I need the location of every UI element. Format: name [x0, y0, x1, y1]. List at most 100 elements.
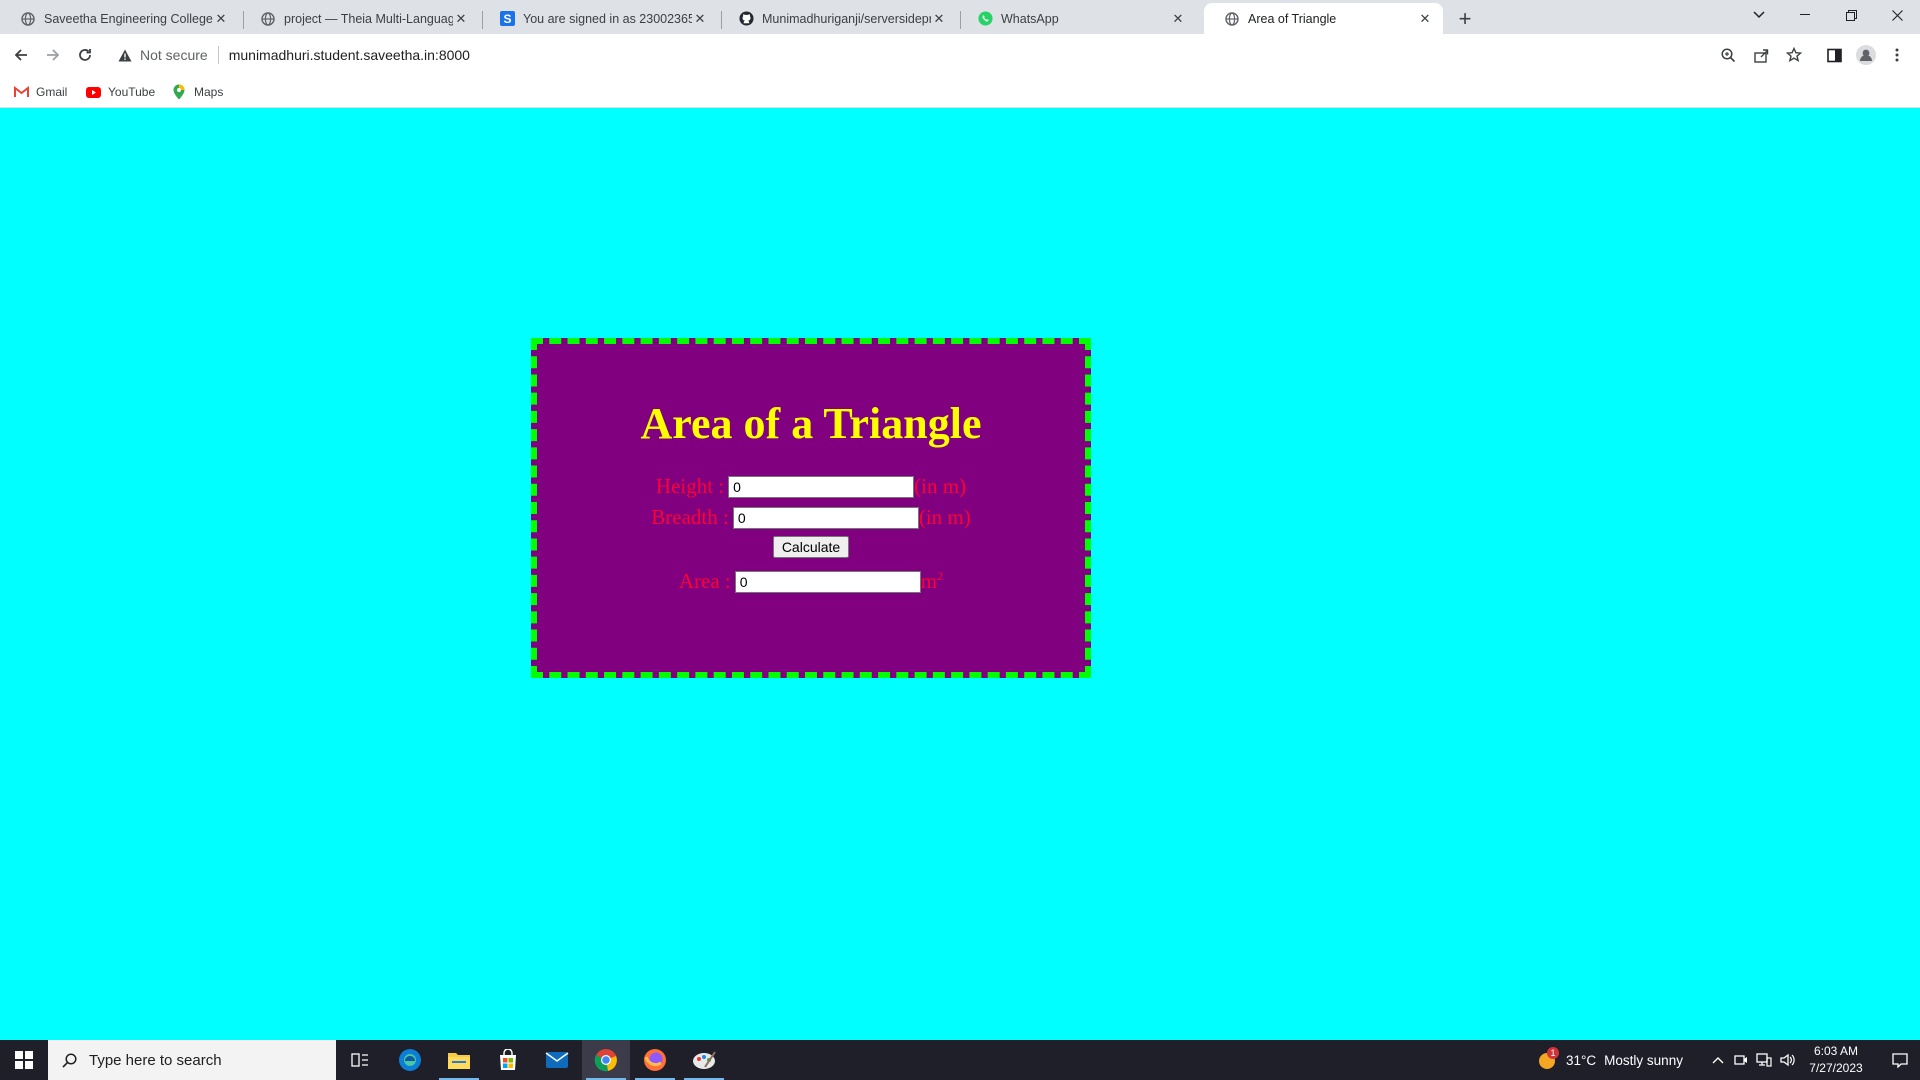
- address-bar[interactable]: Not secure munimadhuri.student.saveetha.…: [108, 39, 1788, 71]
- meet-now-icon[interactable]: [1734, 1053, 1748, 1067]
- taskbar-search[interactable]: Type here to search: [48, 1040, 336, 1080]
- globe-icon: [260, 11, 276, 27]
- tab-theia[interactable]: project — Theia Multi-Language ✕: [240, 3, 479, 34]
- youtube-icon: [85, 84, 101, 100]
- s-icon: S: [499, 11, 515, 27]
- menu-kebab-icon[interactable]: [1887, 45, 1907, 65]
- svg-text:S: S: [503, 12, 511, 26]
- bookmark-label: YouTube: [108, 85, 156, 99]
- network-icon[interactable]: [1756, 1053, 1772, 1067]
- globe-icon: [1224, 11, 1240, 27]
- weather-widget[interactable]: 1 31°C Mostly sunny: [1536, 1040, 1683, 1080]
- breadth-row: Breadth : (in m): [537, 505, 1085, 530]
- tab-whatsapp[interactable]: WhatsApp ✕: [957, 3, 1196, 34]
- close-window-icon[interactable]: [1874, 0, 1920, 30]
- close-icon[interactable]: ✕: [1417, 11, 1433, 27]
- reload-icon[interactable]: [71, 41, 99, 69]
- weather-sun-icon: 1: [1536, 1047, 1559, 1071]
- bookmark-maps[interactable]: Maps: [171, 82, 223, 102]
- globe-icon: [20, 11, 36, 27]
- tab-search-chevron-icon[interactable]: [1736, 0, 1782, 30]
- page-content: Area of a Triangle Height : (in m) Bread…: [0, 108, 1920, 1040]
- tray-chevron-up-icon[interactable]: [1712, 1056, 1724, 1064]
- tab-label: Munimadhuriganji/serversidepro: [762, 11, 931, 26]
- close-icon[interactable]: ✕: [1170, 11, 1186, 27]
- calculate-button[interactable]: Calculate: [772, 536, 850, 558]
- area-output[interactable]: [734, 570, 921, 593]
- github-icon: [738, 11, 754, 27]
- bookmark-label: Maps: [194, 85, 224, 99]
- forward-arrow-icon[interactable]: [39, 41, 67, 69]
- height-label: Height :: [655, 474, 725, 498]
- tab-signed-in[interactable]: S You are signed in as 23002365 ✕: [479, 3, 718, 34]
- system-tray: [1712, 1040, 1796, 1080]
- mail-icon[interactable]: [533, 1040, 581, 1080]
- profile-avatar-icon[interactable]: [1856, 45, 1876, 65]
- url-text[interactable]: munimadhuri.student.saveetha.in:8000: [229, 47, 470, 63]
- file-explorer-icon[interactable]: [435, 1040, 483, 1080]
- paint-app-icon[interactable]: [680, 1040, 728, 1080]
- warning-icon[interactable]: [118, 49, 132, 62]
- weather-text: Mostly sunny: [1604, 1052, 1683, 1068]
- height-input[interactable]: [728, 475, 915, 498]
- tab-strip: Saveetha Engineering College ✕ project —…: [0, 0, 1920, 34]
- search-placeholder: Type here to search: [89, 1051, 222, 1069]
- tab-label: project — Theia Multi-Language: [284, 11, 453, 26]
- new-tab-button[interactable]: +: [1452, 6, 1478, 32]
- tab-github[interactable]: Munimadhuriganji/serversidepro ✕: [718, 3, 957, 34]
- area-unit-exponent: 2: [937, 569, 944, 583]
- edge-icon[interactable]: [386, 1040, 434, 1080]
- calculate-row: Calculate: [537, 536, 1085, 558]
- tab-label: You are signed in as 23002365: [523, 11, 692, 26]
- chrome-icon[interactable]: [582, 1040, 630, 1080]
- close-icon[interactable]: ✕: [931, 11, 947, 27]
- search-icon: [62, 1052, 77, 1068]
- back-arrow-icon[interactable]: [7, 41, 35, 69]
- bookmark-star-icon[interactable]: [1784, 45, 1804, 65]
- task-view-icon[interactable]: [336, 1040, 384, 1080]
- zoom-icon[interactable]: [1718, 45, 1738, 65]
- weather-temp: 31°C: [1566, 1052, 1597, 1068]
- windows-start-icon[interactable]: [0, 1040, 48, 1080]
- windows-taskbar: Type here to search 1 31°C Mostly sunny …: [0, 1040, 1920, 1080]
- taskbar-clock[interactable]: 6:03 AM 7/27/2023: [1796, 1043, 1876, 1077]
- minimize-icon[interactable]: [1782, 0, 1828, 30]
- browser-toolbar: Not secure munimadhuri.student.saveetha.…: [0, 34, 1920, 76]
- omnibox-divider: [217, 46, 219, 64]
- gmail-icon: [13, 84, 29, 100]
- side-panel-icon[interactable]: [1824, 45, 1844, 65]
- bookmark-label: Gmail: [36, 85, 68, 99]
- tab-label: Area of Triangle: [1248, 11, 1337, 26]
- clock-date: 7/27/2023: [1809, 1061, 1863, 1075]
- bookmark-gmail[interactable]: Gmail: [13, 82, 67, 102]
- whatsapp-icon: [977, 11, 993, 27]
- height-unit: (in m): [914, 474, 967, 498]
- restore-icon[interactable]: [1828, 0, 1874, 30]
- close-icon[interactable]: ✕: [453, 11, 469, 27]
- bookmark-youtube[interactable]: YouTube: [85, 82, 155, 102]
- firefox-icon[interactable]: [631, 1040, 679, 1080]
- height-row: Height : (in m): [537, 474, 1085, 499]
- tab-label: Saveetha Engineering College: [44, 11, 213, 26]
- maps-icon: [171, 84, 187, 100]
- breadth-input[interactable]: [732, 506, 919, 529]
- area-label: Area :: [678, 569, 731, 593]
- breadth-unit: (in m): [918, 505, 971, 529]
- microsoft-store-icon[interactable]: [484, 1040, 532, 1080]
- notification-icon[interactable]: [1880, 1040, 1920, 1080]
- share-icon[interactable]: [1751, 45, 1771, 65]
- close-icon[interactable]: ✕: [213, 11, 229, 27]
- security-label[interactable]: Not secure: [140, 47, 208, 63]
- volume-icon[interactable]: [1780, 1053, 1796, 1067]
- tab-saveetha[interactable]: Saveetha Engineering College ✕: [0, 3, 239, 34]
- page-title: Area of a Triangle: [640, 399, 982, 448]
- area-unit: m2: [921, 569, 943, 594]
- bookmarks-bar: Gmail YouTube Maps: [0, 76, 1920, 108]
- area-row: Area : m2: [537, 569, 1085, 594]
- breadth-label: Breadth :: [651, 505, 729, 529]
- close-icon[interactable]: ✕: [692, 11, 708, 27]
- weather-badge: 1: [1547, 1047, 1559, 1059]
- tab-area-of-triangle[interactable]: Area of Triangle ✕: [1204, 3, 1443, 34]
- calculator-panel: Area of a Triangle Height : (in m) Bread…: [531, 338, 1091, 678]
- clock-time: 6:03 AM: [1813, 1044, 1859, 1058]
